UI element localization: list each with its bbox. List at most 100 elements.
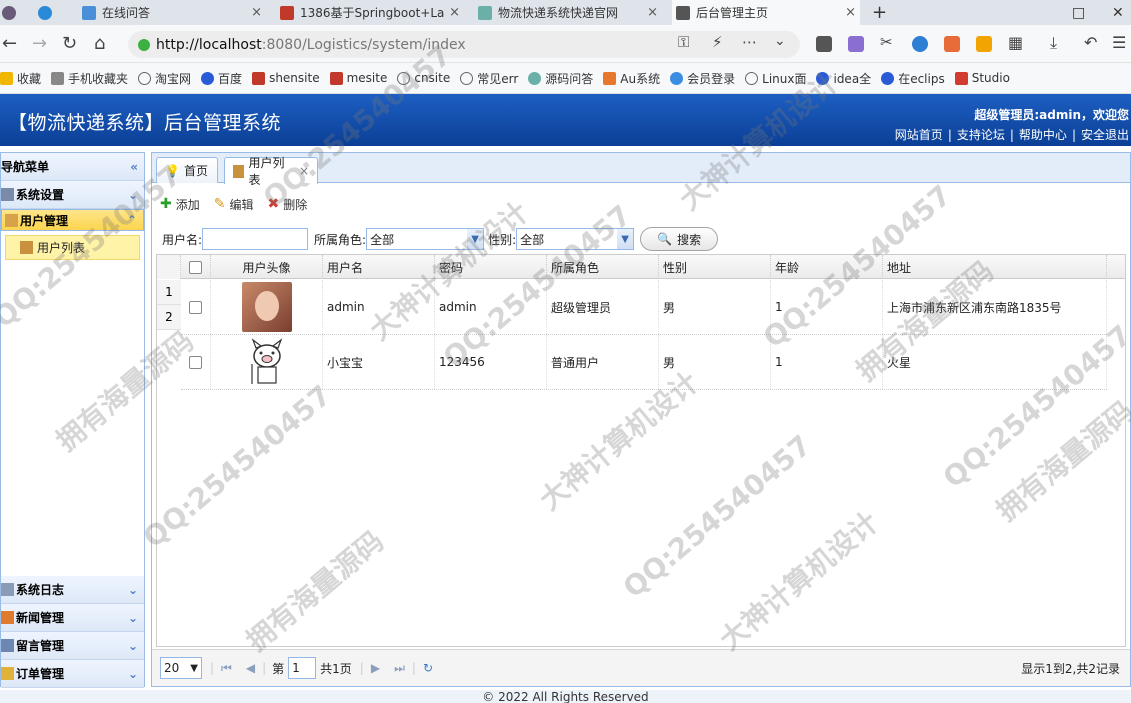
profile-avatar[interactable] (0, 0, 24, 25)
apps-grid-icon[interactable]: ▦ (1008, 33, 1023, 52)
close-icon[interactable]: × (449, 5, 460, 20)
page-number-input[interactable]: 1 (288, 657, 317, 679)
sidebar-title-label: 导航菜单 (1, 160, 50, 174)
prev-page-icon[interactable]: ◀ (246, 661, 255, 675)
bookmark-item[interactable]: shensite (252, 71, 320, 85)
bookmark-item[interactable]: Studio (954, 71, 1010, 85)
sidebar-section-messages[interactable]: 留言管理 ⌄ (1, 632, 144, 660)
bolt-icon[interactable]: ⚡ (712, 33, 723, 51)
row-checkbox[interactable] (189, 300, 202, 314)
bookmark-label: 收藏 (17, 71, 42, 86)
bookmark-item[interactable]: 常见err (460, 70, 518, 87)
bookmark-item[interactable]: 百度 (201, 70, 242, 87)
forward-icon[interactable]: → (32, 33, 47, 54)
page-size-select[interactable]: 20 ▼ (160, 657, 202, 679)
page-total: 共1页 (320, 661, 352, 676)
bookmark-item[interactable]: 收藏 (0, 70, 41, 87)
sidebar-section-users[interactable]: 用户管理 ⌃ (1, 209, 144, 231)
shield-icon[interactable] (976, 36, 992, 52)
link-help[interactable]: 帮助中心 (1019, 128, 1067, 142)
add-button[interactable]: ✚ 添加 (160, 196, 200, 213)
link-logout[interactable]: 安全退出 (1081, 128, 1129, 142)
section-label: 系统设置 (16, 188, 65, 202)
site-icon (670, 71, 684, 85)
link-forum[interactable]: 支持论坛 (957, 128, 1005, 142)
sidebar-section-news[interactable]: 新闻管理 ⌄ (1, 604, 144, 632)
delete-button[interactable]: ✖ 删除 (268, 196, 308, 213)
next-page-icon[interactable]: ▶ (371, 661, 380, 675)
close-window-icon[interactable]: ✕ (1112, 0, 1130, 25)
gender-select[interactable]: 全部 ▼ (516, 228, 635, 250)
link-site-home[interactable]: 网站首页 (895, 128, 943, 142)
first-page-icon[interactable]: ⏮ (221, 661, 232, 676)
bookmark-item[interactable]: 淘宝网 (138, 70, 191, 87)
extension-icon[interactable] (816, 36, 832, 52)
close-icon[interactable]: × (845, 5, 856, 20)
new-tab-icon[interactable]: + (872, 0, 892, 25)
edit-button[interactable]: ✎ 编辑 (214, 196, 254, 213)
bookmark-item[interactable]: 源码问答 (528, 70, 593, 87)
globe-icon (460, 71, 474, 85)
undo-icon[interactable]: ↶ (1084, 33, 1097, 52)
bookmark-item[interactable]: 会员登录 (670, 70, 735, 87)
sidebar-item-user-list[interactable]: 用户列表 (5, 235, 140, 260)
column-header[interactable]: 密码 (435, 255, 547, 279)
search-button[interactable]: 🔍 搜索 (640, 227, 719, 251)
column-header[interactable]: 性别 (659, 255, 771, 279)
sidebar-section-logs[interactable]: 系统日志 ⌄ (1, 576, 144, 604)
scissors-icon[interactable]: ✂ (880, 33, 893, 51)
tab-home[interactable]: 💡 首页 (156, 157, 218, 183)
column-header[interactable]: 所属角色 (547, 255, 659, 279)
close-icon[interactable]: × (299, 164, 309, 178)
last-page-icon[interactable]: ⏭ (394, 661, 405, 676)
username-input[interactable] (202, 228, 309, 250)
home-icon[interactable]: ⌂ (94, 33, 105, 54)
chevron-down-icon[interactable]: ⌄ (774, 33, 786, 49)
download-icon[interactable]: ⤓ (1050, 33, 1057, 53)
gender-label: 性别: (488, 232, 517, 247)
bookmark-item[interactable]: mesite (329, 71, 387, 85)
back-icon[interactable]: ← (2, 33, 17, 54)
bookmark-item[interactable]: cnsite (397, 71, 450, 85)
role-select[interactable]: 全部 ▼ (366, 228, 485, 250)
more-icon[interactable]: ⋯ (742, 33, 757, 51)
bookmark-item[interactable]: 手机收藏夹 (51, 70, 128, 87)
column-header[interactable]: 地址 (883, 255, 1107, 279)
table-row[interactable]: 小宝宝 123456 普通用户 男 1 火星 (181, 335, 1107, 390)
close-icon[interactable]: × (251, 5, 262, 20)
browser-tab[interactable]: 物流快递系统快递官网 × (474, 0, 662, 25)
bookmark-item[interactable]: Au系统 (603, 70, 660, 87)
browser-tab-active[interactable]: 后台管理主页 × (672, 0, 860, 25)
key-icon[interactable]: ⚿ (678, 33, 689, 51)
column-header[interactable]: 用户名 (323, 255, 435, 279)
row-checkbox[interactable] (189, 355, 202, 369)
browser-tab[interactable]: 1386基于Springboot+La × (276, 0, 464, 25)
chevron-down-icon: ⌄ (127, 187, 138, 202)
select-all-checkbox[interactable] (189, 260, 202, 274)
bookmark-item[interactable]: idea全 (816, 70, 871, 87)
sidebar-section-settings[interactable]: 系统设置 ⌄ (1, 181, 144, 209)
refresh-icon[interactable]: ↻ (423, 661, 433, 675)
url-input[interactable]: http://localhost:8080/Logistics/system/i… (128, 31, 800, 58)
bookmark-label: Au系统 (620, 71, 661, 86)
column-header[interactable]: 用户头像 (211, 255, 323, 279)
reload-icon[interactable]: ↻ (62, 33, 77, 54)
row-checkbox-cell (181, 335, 211, 389)
tab-user-list[interactable]: 用户列表 × (224, 156, 318, 187)
translate-icon[interactable] (848, 36, 864, 52)
table-row[interactable]: admin admin 超级管理员 男 1 上海市浦东新区浦东南路1835号 (181, 280, 1107, 335)
gender-value: 全部 (520, 232, 545, 247)
collapse-icon[interactable]: « (130, 160, 138, 174)
column-header[interactable]: 年龄 (771, 255, 883, 279)
bookmark-item[interactable]: 在eclips (881, 70, 945, 87)
search-ext-icon[interactable] (912, 36, 928, 52)
cell-gender: 男 (659, 335, 771, 389)
sidebar-section-orders[interactable]: 订单管理 ⌄ (1, 660, 144, 688)
pinned-tab-icon[interactable] (38, 0, 64, 25)
browser-tab[interactable]: 在线问答 × (78, 0, 266, 25)
close-icon[interactable]: × (647, 5, 658, 20)
maximize-icon[interactable]: □ (1072, 0, 1092, 25)
menu-icon[interactable]: ☰ (1112, 33, 1126, 52)
bookmark-item[interactable]: Linux面 (745, 70, 806, 87)
game-ext-icon[interactable] (944, 36, 960, 52)
